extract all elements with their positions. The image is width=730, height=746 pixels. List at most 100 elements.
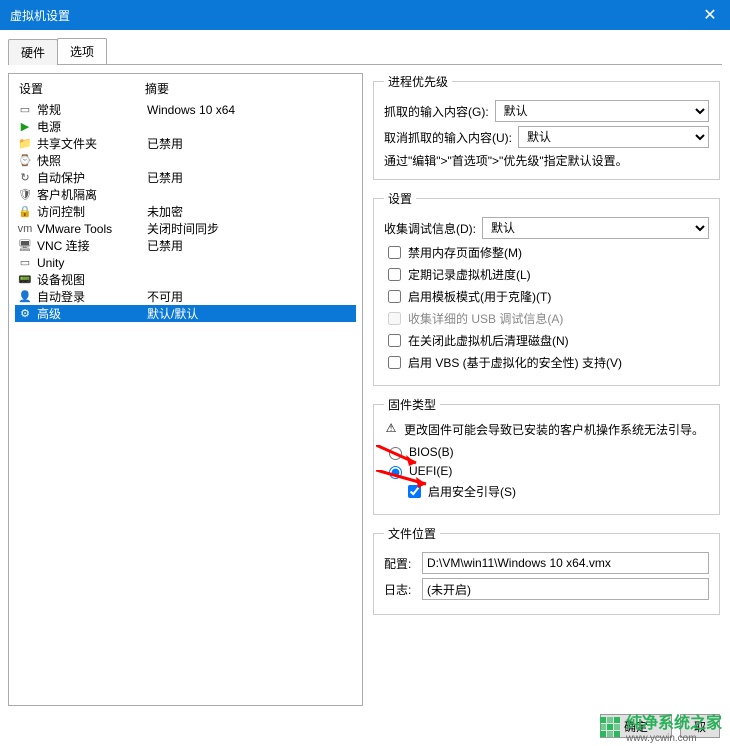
group-firmware: 固件类型 ⚠ 更改固件可能会导致已安装的客户机操作系统无法引导。 BIOS(B)… bbox=[373, 396, 720, 515]
label-log-progress: 定期记录虚拟机进度(L) bbox=[408, 266, 531, 283]
watermark-brand: 纯净系统之家 bbox=[626, 715, 722, 732]
radio-bios[interactable] bbox=[389, 447, 402, 460]
close-button[interactable]: ✕ bbox=[690, 0, 730, 30]
settings-item-icon: ⚙ bbox=[17, 307, 33, 320]
settings-item[interactable]: 🛡 客户机隔离 bbox=[15, 186, 356, 203]
col-header-summary: 摘要 bbox=[145, 80, 356, 97]
settings-item[interactable]: ↻ 自动保护已禁用 bbox=[15, 169, 356, 186]
settings-item-name: 高级 bbox=[37, 305, 147, 322]
settings-item-name: 自动保护 bbox=[37, 169, 147, 186]
checkbox-secure-boot[interactable] bbox=[408, 485, 421, 498]
settings-item-summary: Windows 10 x64 bbox=[147, 103, 356, 117]
label-uefi: UEFI(E) bbox=[409, 464, 452, 478]
settings-item-name: VMware Tools bbox=[37, 222, 147, 236]
vm-settings-dialog: 虚拟机设置 ✕ 硬件 选项 设置 摘要 ▭ 常规Windows 10 x64 ▶ 电源… bbox=[0, 0, 730, 746]
settings-item-summary: 已禁用 bbox=[147, 237, 356, 254]
label-secure-boot: 启用安全引导(S) bbox=[428, 483, 516, 500]
label-log-path: 日志: bbox=[384, 581, 416, 598]
detail-panel: 进程优先级 抓取的输入内容(G): 默认 取消抓取的输入内容(U): 默认 通过… bbox=[373, 73, 722, 706]
checkbox-mem-trim[interactable] bbox=[388, 246, 401, 259]
settings-item-icon: 🖥 bbox=[17, 239, 33, 252]
label-ungrabbed: 取消抓取的输入内容(U): bbox=[384, 129, 512, 146]
settings-item-summary: 已禁用 bbox=[147, 169, 356, 186]
checkbox-log-progress[interactable] bbox=[388, 268, 401, 281]
label-grabbed: 抓取的输入内容(G): bbox=[384, 103, 489, 120]
legend-priority: 进程优先级 bbox=[384, 73, 452, 90]
label-template-mode: 启用模板模式(用于克隆)(T) bbox=[408, 288, 551, 305]
settings-item[interactable]: ▶ 电源 bbox=[15, 118, 356, 135]
input-config-path[interactable] bbox=[422, 552, 709, 574]
group-file-location: 文件位置 配置: 日志: bbox=[373, 525, 720, 615]
firmware-warning: 更改固件可能会导致已安装的客户机操作系统无法引导。 bbox=[404, 421, 709, 438]
settings-item-summary: 已禁用 bbox=[147, 135, 356, 152]
watermark: 纯净系统之家 www.ycwin.com bbox=[600, 709, 722, 744]
settings-item-icon: 🔒 bbox=[17, 205, 33, 218]
settings-list[interactable]: ▭常规Windows 10 x64▶电源📁共享文件夹已禁用⌚快照↻自动保护已禁用… bbox=[15, 101, 356, 699]
settings-item[interactable]: ▭ Unity bbox=[15, 254, 356, 271]
settings-item-name: Unity bbox=[37, 256, 147, 270]
settings-item-icon: 👤 bbox=[17, 290, 33, 303]
settings-item[interactable]: vm VMware Tools关闭时间同步 bbox=[15, 220, 356, 237]
select-ungrabbed-priority[interactable]: 默认 bbox=[518, 126, 709, 148]
settings-item[interactable]: 🖥 VNC 连接已禁用 bbox=[15, 237, 356, 254]
checkbox-vbs[interactable] bbox=[388, 356, 401, 369]
select-debug-info[interactable]: 默认 bbox=[482, 217, 709, 239]
settings-item-icon: 🛡 bbox=[17, 188, 33, 201]
settings-list-panel: 设置 摘要 ▭常规Windows 10 x64▶电源📁共享文件夹已禁用⌚快照↻自… bbox=[8, 73, 363, 706]
settings-item[interactable]: 📁 共享文件夹已禁用 bbox=[15, 135, 356, 152]
settings-item[interactable]: 📟设备视图 bbox=[15, 271, 356, 288]
settings-item-name: 电源 bbox=[37, 118, 147, 135]
settings-item[interactable]: ⚙ 高级默认/默认 bbox=[15, 305, 356, 322]
label-mem-trim: 禁用内存页面修整(M) bbox=[408, 244, 522, 261]
settings-item-icon: ⌚ bbox=[17, 154, 33, 167]
settings-item-name: 访问控制 bbox=[37, 203, 147, 220]
group-priority: 进程优先级 抓取的输入内容(G): 默认 取消抓取的输入内容(U): 默认 通过… bbox=[373, 73, 720, 180]
settings-item-summary: 不可用 bbox=[147, 288, 356, 305]
settings-item[interactable]: ⌚ 快照 bbox=[15, 152, 356, 169]
settings-item-summary: 关闭时间同步 bbox=[147, 220, 356, 237]
label-debug: 收集调试信息(D): bbox=[384, 220, 476, 237]
input-log-path[interactable] bbox=[422, 578, 709, 600]
settings-item-summary: 默认/默认 bbox=[147, 305, 356, 322]
settings-item-name: 客户机隔离 bbox=[37, 186, 147, 203]
label-clean-disk: 在关闭此虚拟机后清理磁盘(N) bbox=[408, 332, 569, 349]
titlebar: 虚拟机设置 ✕ bbox=[0, 0, 730, 30]
settings-item-name: 常规 bbox=[37, 101, 147, 118]
settings-item[interactable]: 🔒 访问控制未加密 bbox=[15, 203, 356, 220]
label-bios: BIOS(B) bbox=[409, 445, 454, 459]
priority-note: 通过"编辑">"首选项">"优先级"指定默认设置。 bbox=[384, 152, 709, 169]
label-config-path: 配置: bbox=[384, 555, 416, 572]
watermark-logo-icon bbox=[600, 717, 620, 737]
settings-item-icon: ▭ bbox=[17, 103, 33, 116]
settings-item-name: 快照 bbox=[37, 152, 147, 169]
legend-firmware: 固件类型 bbox=[384, 396, 440, 413]
settings-item-icon: ▭ bbox=[17, 256, 33, 269]
label-vbs: 启用 VBS (基于虚拟化的安全性) 支持(V) bbox=[408, 354, 622, 371]
settings-item-name: 自动登录 bbox=[37, 288, 147, 305]
settings-item-summary: 未加密 bbox=[147, 203, 356, 220]
checkbox-template-mode[interactable] bbox=[388, 290, 401, 303]
watermark-url: www.ycwin.com bbox=[626, 733, 722, 744]
legend-file-location: 文件位置 bbox=[384, 525, 440, 542]
settings-item-icon: 📟 bbox=[17, 273, 33, 286]
settings-item-name: 共享文件夹 bbox=[37, 135, 147, 152]
legend-settings: 设置 bbox=[384, 190, 416, 207]
select-grabbed-priority[interactable]: 默认 bbox=[495, 100, 709, 122]
settings-item-icon: 📁 bbox=[17, 137, 33, 150]
settings-item-name: VNC 连接 bbox=[37, 237, 147, 254]
window-title: 虚拟机设置 bbox=[10, 7, 70, 24]
settings-item-icon: ↻ bbox=[17, 171, 33, 184]
col-header-name: 设置 bbox=[15, 80, 145, 97]
group-settings: 设置 收集调试信息(D): 默认 禁用内存页面修整(M) 定期记录虚拟机进度(L… bbox=[373, 190, 720, 386]
settings-item-icon: vm bbox=[17, 223, 33, 235]
tab-options[interactable]: 选项 bbox=[57, 38, 107, 64]
checkbox-clean-disk[interactable] bbox=[388, 334, 401, 347]
tab-hardware[interactable]: 硬件 bbox=[8, 39, 58, 65]
settings-item[interactable]: 👤 自动登录不可用 bbox=[15, 288, 356, 305]
settings-item-icon: ▶ bbox=[17, 120, 33, 133]
tab-strip: 硬件 选项 bbox=[8, 38, 722, 65]
radio-uefi[interactable] bbox=[389, 466, 402, 479]
settings-item[interactable]: ▭ 常规Windows 10 x64 bbox=[15, 101, 356, 118]
checkbox-usb-debug bbox=[388, 312, 401, 325]
label-usb-debug: 收集详细的 USB 调试信息(A) bbox=[408, 310, 563, 327]
